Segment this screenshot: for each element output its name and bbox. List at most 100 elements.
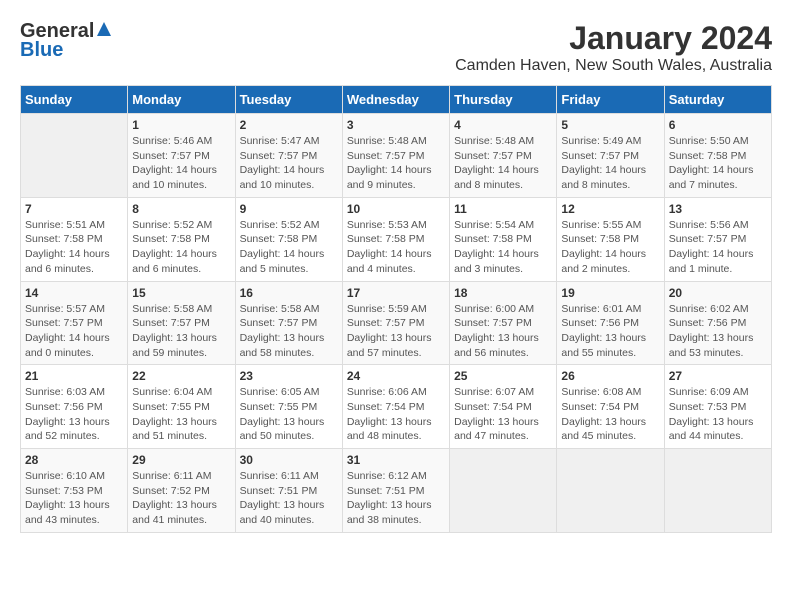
day-info: Sunrise: 6:04 AMSunset: 7:55 PMDaylight:… <box>132 385 230 444</box>
day-number: 3 <box>347 118 445 132</box>
day-info: Sunrise: 5:50 AMSunset: 7:58 PMDaylight:… <box>669 134 767 193</box>
day-number: 6 <box>669 118 767 132</box>
day-info: Sunrise: 5:55 AMSunset: 7:58 PMDaylight:… <box>561 218 659 277</box>
calendar-cell: 19 Sunrise: 6:01 AMSunset: 7:56 PMDayligh… <box>557 281 664 365</box>
calendar-cell <box>664 449 771 533</box>
day-info: Sunrise: 6:00 AMSunset: 7:57 PMDaylight:… <box>454 302 552 361</box>
day-info: Sunrise: 5:52 AMSunset: 7:58 PMDaylight:… <box>240 218 338 277</box>
calendar-day-header: Saturday <box>664 86 771 114</box>
day-number: 19 <box>561 286 659 300</box>
day-info: Sunrise: 6:03 AMSunset: 7:56 PMDaylight:… <box>25 385 123 444</box>
calendar-week-row: 28Sunrise: 6:10 AMSunset: 7:53 PMDayligh… <box>21 449 772 533</box>
day-number: 23 <box>240 369 338 383</box>
day-info: Sunrise: 5:53 AMSunset: 7:58 PMDaylight:… <box>347 218 445 277</box>
page-subtitle: Camden Haven, New South Wales, Australia <box>455 57 772 75</box>
calendar-cell: 14 Sunrise: 5:57 AMSunset: 7:57 PMDayligh… <box>21 281 128 365</box>
calendar-cell <box>450 449 557 533</box>
day-number: 28 <box>25 453 123 467</box>
day-info: Sunrise: 5:51 AMSunset: 7:58 PMDaylight:… <box>25 218 123 277</box>
day-number: 16 <box>240 286 338 300</box>
calendar-cell: 25 Sunrise: 6:07 AMSunset: 7:54 PMDayligh… <box>450 365 557 449</box>
calendar-cell <box>21 114 128 198</box>
day-number: 24 <box>347 369 445 383</box>
calendar-cell: 3 Sunrise: 5:48 AMSunset: 7:57 PMDaylight… <box>342 114 449 198</box>
day-number: 15 <box>132 286 230 300</box>
calendar-cell: 4 Sunrise: 5:48 AMSunset: 7:57 PMDaylight… <box>450 114 557 198</box>
day-info: Sunrise: 5:56 AMSunset: 7:57 PMDaylight:… <box>669 218 767 277</box>
day-info: Sunrise: 5:59 AMSunset: 7:57 PMDaylight:… <box>347 302 445 361</box>
calendar-cell: 30Sunrise: 6:11 AMSunset: 7:51 PMDayligh… <box>235 449 342 533</box>
day-info: Sunrise: 5:54 AMSunset: 7:58 PMDaylight:… <box>454 218 552 277</box>
day-number: 30 <box>240 453 338 467</box>
calendar-day-header: Monday <box>128 86 235 114</box>
day-number: 5 <box>561 118 659 132</box>
day-info: Sunrise: 6:06 AMSunset: 7:54 PMDaylight:… <box>347 385 445 444</box>
calendar-table: SundayMondayTuesdayWednesdayThursdayFrid… <box>20 85 772 533</box>
day-info: Sunrise: 5:58 AMSunset: 7:57 PMDaylight:… <box>132 302 230 361</box>
calendar-cell: 24 Sunrise: 6:06 AMSunset: 7:54 PMDayligh… <box>342 365 449 449</box>
day-info: Sunrise: 5:46 AMSunset: 7:57 PMDaylight:… <box>132 134 230 193</box>
calendar-day-header: Sunday <box>21 86 128 114</box>
calendar-cell <box>557 449 664 533</box>
calendar-week-row: 21 Sunrise: 6:03 AMSunset: 7:56 PMDayligh… <box>21 365 772 449</box>
page-header: General Blue January 2024 Camden Haven, … <box>20 20 772 75</box>
day-number: 7 <box>25 202 123 216</box>
day-info: Sunrise: 6:12 AMSunset: 7:51 PMDaylight:… <box>347 469 445 528</box>
calendar-cell: 15 Sunrise: 5:58 AMSunset: 7:57 PMDayligh… <box>128 281 235 365</box>
day-info: Sunrise: 5:58 AMSunset: 7:57 PMDaylight:… <box>240 302 338 361</box>
calendar-day-header: Friday <box>557 86 664 114</box>
day-number: 13 <box>669 202 767 216</box>
day-number: 31 <box>347 453 445 467</box>
day-info: Sunrise: 5:48 AMSunset: 7:57 PMDaylight:… <box>454 134 552 193</box>
calendar-day-header: Thursday <box>450 86 557 114</box>
day-number: 8 <box>132 202 230 216</box>
calendar-cell: 8 Sunrise: 5:52 AMSunset: 7:58 PMDaylight… <box>128 197 235 281</box>
day-number: 18 <box>454 286 552 300</box>
day-number: 12 <box>561 202 659 216</box>
day-number: 11 <box>454 202 552 216</box>
day-info: Sunrise: 6:02 AMSunset: 7:56 PMDaylight:… <box>669 302 767 361</box>
day-info: Sunrise: 5:49 AMSunset: 7:57 PMDaylight:… <box>561 134 659 193</box>
calendar-cell: 18 Sunrise: 6:00 AMSunset: 7:57 PMDayligh… <box>450 281 557 365</box>
logo-icon <box>95 20 113 43</box>
day-number: 14 <box>25 286 123 300</box>
day-number: 22 <box>132 369 230 383</box>
calendar-cell: 28Sunrise: 6:10 AMSunset: 7:53 PMDayligh… <box>21 449 128 533</box>
calendar-cell: 12 Sunrise: 5:55 AMSunset: 7:58 PMDayligh… <box>557 197 664 281</box>
calendar-cell: 20 Sunrise: 6:02 AMSunset: 7:56 PMDayligh… <box>664 281 771 365</box>
day-info: Sunrise: 5:48 AMSunset: 7:57 PMDaylight:… <box>347 134 445 193</box>
day-info: Sunrise: 5:57 AMSunset: 7:57 PMDaylight:… <box>25 302 123 361</box>
day-number: 17 <box>347 286 445 300</box>
calendar-body: 1 Sunrise: 5:46 AMSunset: 7:57 PMDaylight… <box>21 114 772 533</box>
day-number: 21 <box>25 369 123 383</box>
calendar-cell: 10 Sunrise: 5:53 AMSunset: 7:58 PMDayligh… <box>342 197 449 281</box>
calendar-cell: 22 Sunrise: 6:04 AMSunset: 7:55 PMDayligh… <box>128 365 235 449</box>
page-title: January 2024 <box>455 20 772 57</box>
day-info: Sunrise: 5:52 AMSunset: 7:58 PMDaylight:… <box>132 218 230 277</box>
day-number: 25 <box>454 369 552 383</box>
day-number: 29 <box>132 453 230 467</box>
day-info: Sunrise: 6:07 AMSunset: 7:54 PMDaylight:… <box>454 385 552 444</box>
calendar-cell: 26Sunrise: 6:08 AMSunset: 7:54 PMDayligh… <box>557 365 664 449</box>
day-number: 4 <box>454 118 552 132</box>
day-number: 1 <box>132 118 230 132</box>
calendar-week-row: 14 Sunrise: 5:57 AMSunset: 7:57 PMDayligh… <box>21 281 772 365</box>
day-number: 2 <box>240 118 338 132</box>
day-number: 10 <box>347 202 445 216</box>
calendar-cell: 31 Sunrise: 6:12 AMSunset: 7:51 PMDayligh… <box>342 449 449 533</box>
calendar-cell: 23Sunrise: 6:05 AMSunset: 7:55 PMDayligh… <box>235 365 342 449</box>
day-number: 27 <box>669 369 767 383</box>
calendar-cell: 16 Sunrise: 5:58 AMSunset: 7:57 PMDayligh… <box>235 281 342 365</box>
calendar-cell: 1 Sunrise: 5:46 AMSunset: 7:57 PMDaylight… <box>128 114 235 198</box>
day-number: 9 <box>240 202 338 216</box>
day-info: Sunrise: 6:01 AMSunset: 7:56 PMDaylight:… <box>561 302 659 361</box>
calendar-day-header: Wednesday <box>342 86 449 114</box>
calendar-header-row: SundayMondayTuesdayWednesdayThursdayFrid… <box>21 86 772 114</box>
day-info: Sunrise: 5:47 AMSunset: 7:57 PMDaylight:… <box>240 134 338 193</box>
calendar-cell: 21 Sunrise: 6:03 AMSunset: 7:56 PMDayligh… <box>21 365 128 449</box>
calendar-week-row: 7 Sunrise: 5:51 AMSunset: 7:58 PMDaylight… <box>21 197 772 281</box>
logo: General Blue <box>20 20 114 62</box>
calendar-cell: 2 Sunrise: 5:47 AMSunset: 7:57 PMDaylight… <box>235 114 342 198</box>
day-number: 20 <box>669 286 767 300</box>
calendar-cell: 6 Sunrise: 5:50 AMSunset: 7:58 PMDaylight… <box>664 114 771 198</box>
